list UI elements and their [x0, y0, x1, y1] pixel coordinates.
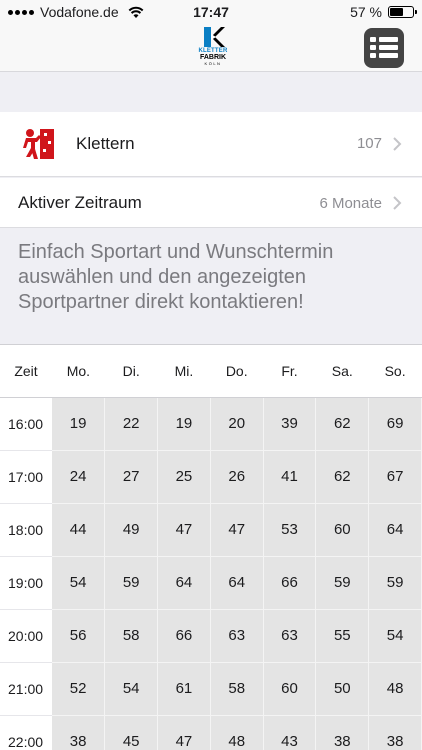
time-label: 16:00 [0, 397, 52, 451]
app-logo: KLETTER FABRIK KÖLN [196, 26, 230, 70]
slot-cell[interactable]: 25 [157, 450, 211, 504]
slot-cell[interactable]: 47 [157, 503, 211, 557]
slot-cell[interactable]: 44 [51, 503, 106, 557]
slot-cell[interactable]: 52 [51, 662, 106, 716]
battery-fill [390, 8, 403, 16]
slot-cell[interactable]: 24 [51, 450, 106, 504]
status-bar: Vodafone.de 17:47 57 % [0, 0, 422, 24]
slot-cell[interactable]: 38 [51, 715, 106, 750]
day-header: Mo. [51, 345, 105, 398]
table-row: 16:00 19 22 19 20 39 62 69 [0, 397, 422, 451]
logo-text-main: FABRIK [199, 54, 227, 61]
slot-cell[interactable]: 69 [368, 397, 422, 451]
time-label: 20:00 [0, 609, 52, 663]
chevron-right-icon [393, 137, 402, 151]
slot-cell[interactable]: 59 [315, 556, 370, 610]
time-label: 21:00 [0, 662, 52, 716]
period-selector-row[interactable]: Aktiver Zeitraum 6 Monate [0, 178, 422, 228]
slot-cell[interactable]: 38 [315, 715, 370, 750]
slot-cell[interactable]: 58 [210, 662, 264, 716]
logo-text-city: KÖLN [204, 61, 222, 66]
slot-cell[interactable]: 26 [210, 450, 264, 504]
slot-cell[interactable]: 27 [104, 450, 159, 504]
slot-cell[interactable]: 66 [263, 556, 317, 610]
slot-cell[interactable]: 56 [51, 609, 106, 663]
table-row: 19:00 54 59 64 64 66 59 59 [0, 556, 422, 610]
day-header: Mi. [157, 345, 211, 398]
battery-percent: 57 % [350, 4, 382, 20]
table-row: 20:00 56 58 66 63 63 55 54 [0, 609, 422, 663]
table-header-row: Zeit Mo. Di. Mi. Do. Fr. Sa. So. [0, 345, 422, 398]
time-label: 17:00 [0, 450, 52, 504]
slot-cell[interactable]: 54 [368, 609, 422, 663]
slot-cell[interactable]: 60 [315, 503, 370, 557]
chevron-right-icon [393, 196, 402, 210]
time-label: 18:00 [0, 503, 52, 557]
slot-cell[interactable]: 43 [263, 715, 317, 750]
slot-cell[interactable]: 59 [104, 556, 159, 610]
slot-cell[interactable]: 49 [104, 503, 159, 557]
slot-cell[interactable]: 58 [104, 609, 159, 663]
slot-cell[interactable]: 41 [263, 450, 317, 504]
sport-count: 107 [356, 135, 382, 152]
slot-cell[interactable]: 20 [210, 397, 264, 451]
slot-cell[interactable]: 55 [315, 609, 370, 663]
slot-cell[interactable]: 62 [315, 397, 370, 451]
table-row: 21:00 52 54 61 58 60 50 48 [0, 662, 422, 716]
slot-cell[interactable]: 61 [157, 662, 211, 716]
day-header: Do. [210, 345, 264, 398]
day-header: Fr. [263, 345, 316, 398]
slot-cell[interactable]: 54 [104, 662, 159, 716]
slot-cell[interactable]: 64 [368, 503, 422, 557]
time-label: 19:00 [0, 556, 52, 610]
day-header: Di. [104, 345, 158, 398]
time-label: 22:00 [0, 715, 52, 750]
slot-cell[interactable]: 64 [210, 556, 264, 610]
navigation-bar: KLETTER FABRIK KÖLN [0, 24, 422, 72]
slot-cell[interactable]: 63 [210, 609, 264, 663]
info-text: Einfach Sportart und Wunschtermin auswäh… [18, 241, 334, 313]
day-header: Sa. [315, 345, 369, 398]
slot-cell[interactable]: 39 [263, 397, 317, 451]
slot-cell[interactable]: 53 [263, 503, 317, 557]
slot-cell[interactable]: 62 [315, 450, 370, 504]
table-row: 18:00 44 49 47 47 53 60 64 [0, 503, 422, 557]
slot-cell[interactable]: 66 [157, 609, 211, 663]
period-value: 6 Monate [319, 195, 382, 212]
slot-cell[interactable]: 67 [368, 450, 422, 504]
time-column-header: Zeit [0, 345, 52, 398]
slot-cell[interactable]: 47 [157, 715, 211, 750]
slot-cell[interactable]: 22 [104, 397, 159, 451]
battery-icon [388, 6, 417, 18]
slot-cell[interactable]: 19 [157, 397, 211, 451]
table-row: 22:00 38 45 47 48 43 38 38 [0, 715, 422, 750]
menu-button[interactable] [364, 28, 404, 68]
logo-mark-icon [204, 27, 225, 47]
slot-cell[interactable]: 64 [157, 556, 211, 610]
status-right: 57 % [350, 4, 417, 20]
climbing-icon [23, 129, 54, 159]
period-label: Aktiver Zeitraum [18, 193, 142, 212]
list-icon [370, 36, 398, 58]
sport-label: Klettern [76, 134, 135, 153]
slot-cell[interactable]: 47 [210, 503, 264, 557]
slot-cell[interactable]: 48 [210, 715, 264, 750]
table-body: 16:00 19 22 19 20 39 62 69 17:00 24 27 25 26 41 62 67 18… [0, 397, 422, 750]
slot-cell[interactable]: 50 [315, 662, 370, 716]
slot-cell[interactable]: 60 [263, 662, 317, 716]
slot-cell[interactable]: 48 [368, 662, 422, 716]
sport-selector-row[interactable]: Klettern 107 [0, 112, 422, 177]
slot-cell[interactable]: 38 [368, 715, 422, 750]
slot-cell[interactable]: 19 [51, 397, 106, 451]
slot-cell[interactable]: 63 [263, 609, 317, 663]
slot-cell[interactable]: 54 [51, 556, 106, 610]
slot-cell[interactable]: 59 [368, 556, 422, 610]
table-row: 17:00 24 27 25 26 41 62 67 [0, 450, 422, 504]
slot-cell[interactable]: 45 [104, 715, 159, 750]
schedule-table: Zeit Mo. Di. Mi. Do. Fr. Sa. So. 16:00 19 22 19 20… [0, 344, 422, 750]
day-header: So. [368, 345, 422, 398]
